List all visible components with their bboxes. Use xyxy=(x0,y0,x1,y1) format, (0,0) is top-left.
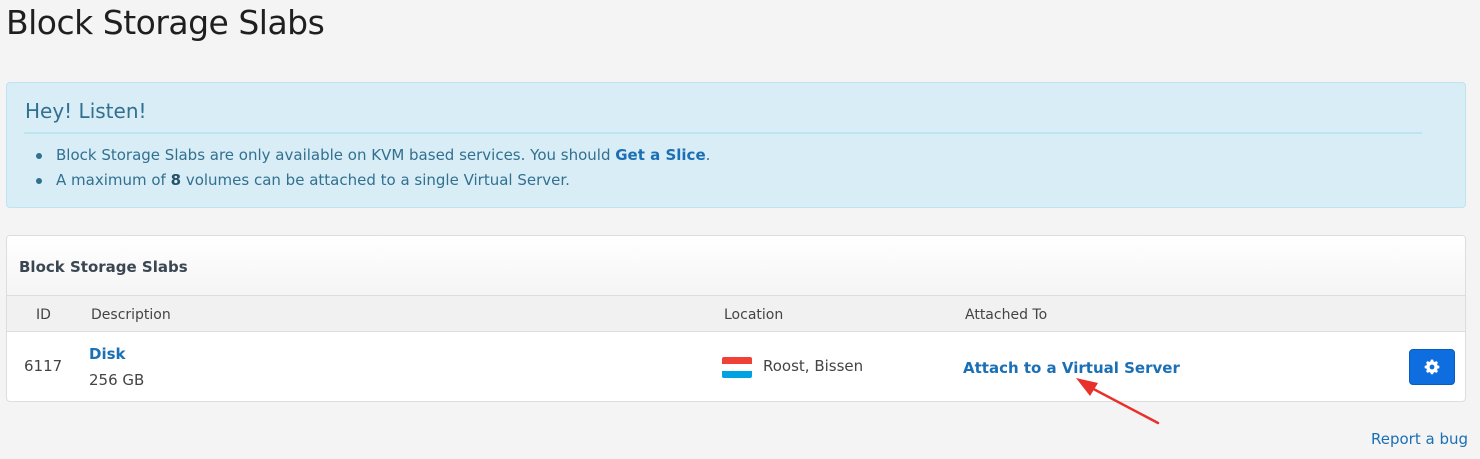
settings-button[interactable] xyxy=(1409,349,1455,385)
panel-heading: Block Storage Slabs xyxy=(7,236,1465,296)
info-alert: Hey! Listen! Block Storage Slabs are onl… xyxy=(6,82,1466,208)
alert-item-kvm: Block Storage Slabs are only available o… xyxy=(25,143,710,168)
flag-stripe-middle xyxy=(722,364,752,371)
alert-list: Block Storage Slabs are only available o… xyxy=(25,143,710,193)
gear-icon xyxy=(1424,359,1440,375)
slab-size: 256 GB xyxy=(89,371,145,389)
table-row: 6117 Disk 256 GB Roost, Bissen Attach to… xyxy=(7,332,1465,401)
alert-text-end: . xyxy=(705,146,711,164)
bullet-icon xyxy=(36,178,42,184)
column-header-description: Description xyxy=(91,307,171,323)
column-header-id: ID xyxy=(36,307,51,323)
annotation-arrow xyxy=(1076,378,1160,425)
slab-id: 6117 xyxy=(24,357,63,375)
column-header-attached-to: Attached To xyxy=(965,307,1048,323)
page-title: Block Storage Slabs xyxy=(6,3,325,42)
table-header: ID Description Location Attached To xyxy=(7,296,1465,332)
alert-divider xyxy=(24,132,1422,134)
block-storage-panel: Block Storage Slabs ID Description Locat… xyxy=(6,235,1466,402)
flag-stripe-bottom xyxy=(722,371,752,378)
alert-text: Block Storage Slabs are only available o… xyxy=(56,146,616,164)
max-volumes-count: 8 xyxy=(170,171,182,189)
luxembourg-flag-icon xyxy=(722,357,752,378)
slab-name-link[interactable]: Disk xyxy=(89,345,126,363)
panel-title: Block Storage Slabs xyxy=(19,258,188,276)
bullet-icon xyxy=(36,153,42,159)
flag-stripe-top xyxy=(722,357,752,364)
report-bug-link[interactable]: Report a bug xyxy=(1371,430,1468,448)
alert-title: Hey! Listen! xyxy=(25,99,147,123)
alert-item-max-volumes: A maximum of 8 volumes can be attached t… xyxy=(25,168,710,193)
alert-text: A maximum of xyxy=(56,171,171,189)
alert-text-end: volumes can be attached to a single Virt… xyxy=(181,171,570,189)
get-a-slice-link[interactable]: Get a Slice xyxy=(615,146,705,164)
column-header-location: Location xyxy=(724,307,784,323)
slab-location: Roost, Bissen xyxy=(763,357,864,375)
